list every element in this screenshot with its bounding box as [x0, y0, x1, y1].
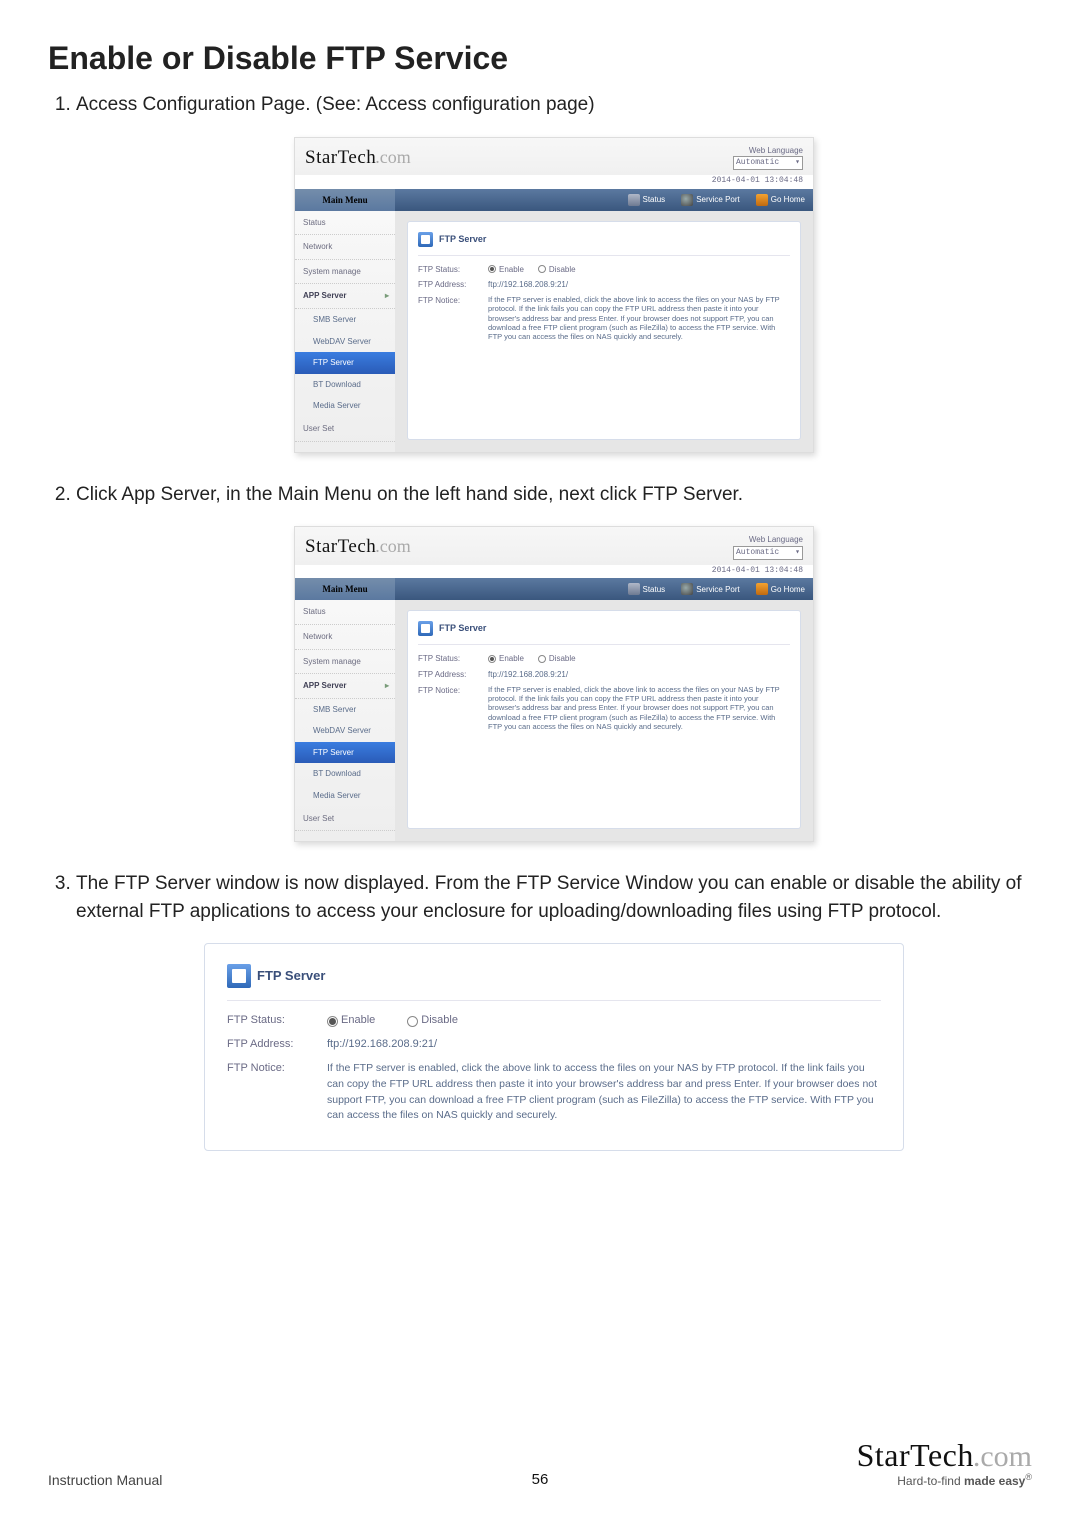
- sidebar-item-media[interactable]: Media Server: [295, 785, 395, 807]
- sidebar-item-user[interactable]: User Set: [295, 807, 395, 832]
- sidebar-item-network[interactable]: Network: [295, 625, 395, 650]
- ftp-enable-radio[interactable]: Enable: [488, 264, 524, 276]
- sidebar-item-smb[interactable]: SMB Server: [295, 309, 395, 331]
- footer-tagline: Hard-to-find made easy®: [857, 1472, 1032, 1488]
- footer-left: Instruction Manual: [48, 1472, 162, 1488]
- lang-label: Web Language: [733, 534, 803, 546]
- ftp-header: FTP Server: [257, 967, 325, 986]
- home-icon: [756, 194, 768, 206]
- side-menu: Status Network System manage APP Server …: [295, 600, 395, 841]
- step-1-text: Access Configuration Page. (See: Access …: [76, 94, 595, 115]
- app-timestamp: 2014-04-01 13:04:48: [295, 565, 813, 579]
- sidebar-item-status[interactable]: Status: [295, 600, 395, 625]
- tab-status[interactable]: Status: [620, 578, 674, 600]
- main-menu-header: Main Menu: [295, 578, 395, 600]
- ftp-notice-text: If the FTP server is enabled, click the …: [327, 1061, 881, 1124]
- page-footer: Instruction Manual 56 StarTech.com Hard-…: [48, 1437, 1032, 1488]
- sidebar-item-bt[interactable]: BT Download: [295, 763, 395, 785]
- sidebar-item-status[interactable]: Status: [295, 211, 395, 236]
- ftp-notice-label: FTP Notice:: [418, 295, 488, 342]
- ftp-panel-small: FTP Server FTP Status: Enable Disable FT…: [407, 610, 801, 829]
- sidebar-item-webdav[interactable]: WebDAV Server: [295, 331, 395, 353]
- step-2-text: Click App Server, in the Main Menu on th…: [76, 484, 743, 505]
- lang-select[interactable]: Automatic: [733, 156, 803, 170]
- ftp-notice-text: If the FTP server is enabled, click the …: [488, 685, 790, 732]
- ftp-address-label: FTP Address:: [418, 669, 488, 681]
- ftp-panel-large: FTP Server FTP Status: Enable Disable FT…: [204, 943, 904, 1151]
- tab-go-home[interactable]: Go Home: [748, 578, 813, 600]
- ftp-disable-radio[interactable]: Disable: [538, 264, 576, 276]
- sidebar-item-ftp[interactable]: FTP Server: [295, 352, 395, 374]
- tab-service-port[interactable]: Service Port: [673, 189, 748, 211]
- ftp-address-label: FTP Address:: [227, 1037, 327, 1053]
- tab-go-home[interactable]: Go Home: [748, 189, 813, 211]
- ftp-server-icon: [418, 621, 433, 636]
- ftp-notice-label: FTP Notice:: [418, 685, 488, 732]
- page-title: Enable or Disable FTP Service: [48, 40, 1032, 77]
- ftp-status-label: FTP Status:: [418, 264, 488, 276]
- app-logo: StarTech.com: [305, 144, 411, 172]
- tab-status[interactable]: Status: [620, 189, 674, 211]
- app-logo: StarTech.com: [305, 533, 411, 561]
- app-screenshot-2: StarTech.com Web Language Automatic 2014…: [294, 526, 814, 842]
- ftp-address-link[interactable]: ftp://192.168.208.9:21/: [488, 279, 568, 291]
- ftp-status-label: FTP Status:: [418, 653, 488, 665]
- ftp-status-label: FTP Status:: [227, 1013, 327, 1029]
- sidebar-item-user[interactable]: User Set: [295, 417, 395, 442]
- service-port-icon: [681, 583, 693, 595]
- home-icon: [756, 583, 768, 595]
- ftp-address-link[interactable]: ftp://192.168.208.9:21/: [327, 1037, 437, 1053]
- sidebar-item-smb[interactable]: SMB Server: [295, 699, 395, 721]
- app-timestamp: 2014-04-01 13:04:48: [295, 175, 813, 189]
- ftp-address-label: FTP Address:: [418, 279, 488, 291]
- ftp-server-icon: [418, 232, 433, 247]
- status-icon: [628, 583, 640, 595]
- sidebar-item-media[interactable]: Media Server: [295, 395, 395, 417]
- ftp-notice-text: If the FTP server is enabled, click the …: [488, 295, 790, 342]
- tab-service-port[interactable]: Service Port: [673, 578, 748, 600]
- sidebar-item-ftp[interactable]: FTP Server: [295, 742, 395, 764]
- ftp-server-icon: [227, 964, 251, 988]
- ftp-address-link[interactable]: ftp://192.168.208.9:21/: [488, 669, 568, 681]
- main-menu-header: Main Menu: [295, 189, 395, 211]
- ftp-disable-radio[interactable]: Disable: [538, 653, 576, 665]
- step-3: The FTP Server window is now displayed. …: [76, 870, 1032, 1151]
- app-screenshot-1: StarTech.com Web Language Automatic 2014…: [294, 137, 814, 453]
- ftp-notice-label: FTP Notice:: [227, 1061, 327, 1124]
- footer-page-number: 56: [532, 1471, 549, 1488]
- lang-select[interactable]: Automatic: [733, 546, 803, 560]
- sidebar-item-bt[interactable]: BT Download: [295, 374, 395, 396]
- sidebar-item-webdav[interactable]: WebDAV Server: [295, 720, 395, 742]
- step-2: Click App Server, in the Main Menu on th…: [76, 481, 1032, 843]
- sidebar-item-system[interactable]: System manage: [295, 260, 395, 285]
- lang-label: Web Language: [733, 145, 803, 157]
- service-port-icon: [681, 194, 693, 206]
- ftp-disable-radio[interactable]: Disable: [407, 1013, 458, 1029]
- ftp-enable-radio[interactable]: Enable: [327, 1013, 375, 1029]
- sidebar-item-system[interactable]: System manage: [295, 650, 395, 675]
- steps-list: Access Configuration Page. (See: Access …: [48, 91, 1032, 1151]
- status-icon: [628, 194, 640, 206]
- ftp-header: FTP Server: [439, 233, 486, 246]
- sidebar-item-network[interactable]: Network: [295, 235, 395, 260]
- sidebar-item-app-server[interactable]: APP Server: [295, 674, 395, 699]
- ftp-header: FTP Server: [439, 622, 486, 635]
- footer-logo: StarTech.com Hard-to-find made easy®: [857, 1437, 1032, 1488]
- ftp-enable-radio[interactable]: Enable: [488, 653, 524, 665]
- step-3-text: The FTP Server window is now displayed. …: [76, 873, 1022, 922]
- sidebar-item-app-server[interactable]: APP Server: [295, 284, 395, 309]
- step-1: Access Configuration Page. (See: Access …: [76, 91, 1032, 453]
- side-menu: Status Network System manage APP Server …: [295, 211, 395, 452]
- ftp-panel-small: FTP Server FTP Status: Enable Disable FT…: [407, 221, 801, 440]
